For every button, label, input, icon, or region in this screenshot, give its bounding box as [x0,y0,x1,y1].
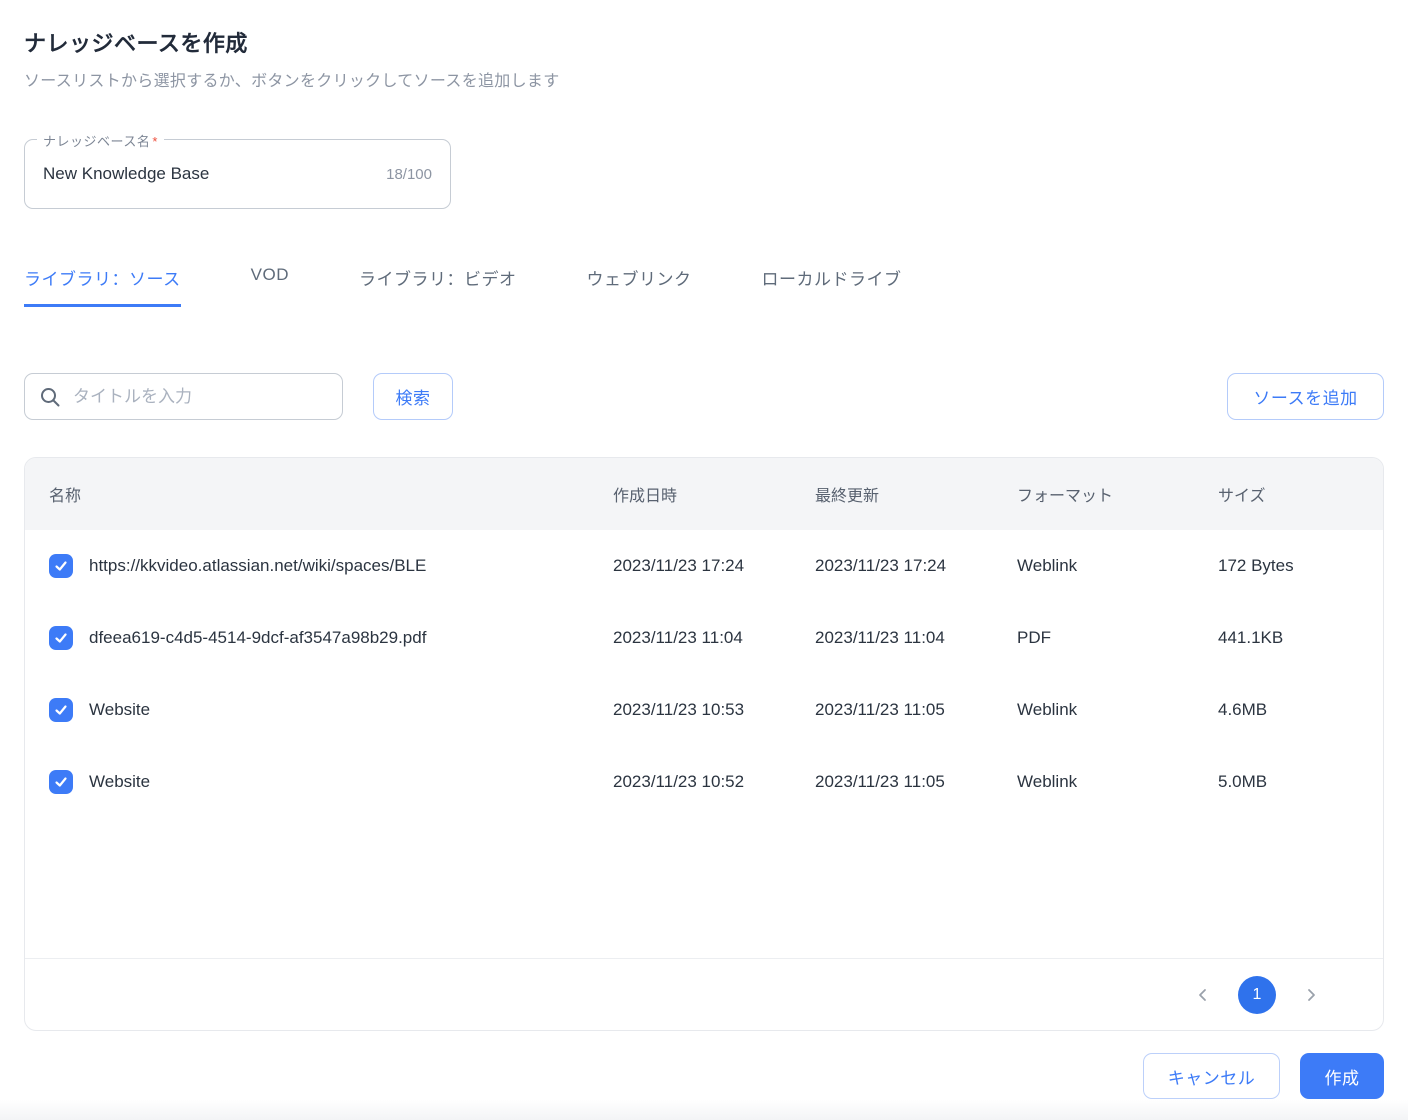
table-row[interactable]: Website 2023/11/23 10:52 2023/11/23 11:0… [25,746,1383,818]
size: 441.1KB [1218,628,1284,647]
created-at: 2023/11/23 17:24 [613,556,745,575]
footer-actions: キャンセル 作成 [24,1053,1384,1099]
column-header-name: 名称 [49,488,82,505]
created-at: 2023/11/23 10:52 [613,772,745,791]
tab-library-source[interactable]: ライブラリ：ソース [24,265,181,307]
column-header-format: フォーマット [1017,488,1114,505]
check-icon [55,705,67,715]
source-name: https://kkvideo.atlassian.net/wiki/space… [89,556,427,575]
column-header-created: 作成日時 [613,488,678,505]
column-header-updated: 最終更新 [815,488,880,505]
size: 172 Bytes [1218,556,1294,575]
updated-at: 2023/11/23 11:04 [815,628,945,647]
tab-weblink[interactable]: ウェブリンク [587,265,692,307]
search-input[interactable] [73,386,328,407]
table-header-row: 名称 作成日時 最終更新 フォーマット サイズ [25,458,1383,530]
source-name: Website [89,772,151,791]
source-tabs: ライブラリ：ソース VOD ライブラリ：ビデオ ウェブリンク ローカルドライブ [24,265,1384,307]
create-knowledge-base-page: ナレッジベースを作成 ソースリストから選択するか、ボタンをクリックしてソースを追… [0,0,1408,1120]
updated-at: 2023/11/23 17:24 [815,556,947,575]
required-asterisk: * [152,134,158,149]
knowledge-base-name-input[interactable] [43,164,377,184]
page-number-button[interactable]: 1 [1238,975,1276,1014]
table-row[interactable]: dfeea619-c4d5-4514-9dcf-af3547a98b29.pdf… [25,602,1383,674]
add-source-button[interactable]: ソースを追加 [1227,373,1384,420]
check-icon [55,633,67,643]
source-name: dfeea619-c4d5-4514-9dcf-af3547a98b29.pdf [89,628,427,647]
source-name: Website [89,700,151,719]
tab-library-video[interactable]: ライブラリ：ビデオ [359,265,517,307]
page-subtitle: ソースリストから選択するか、ボタンをクリックしてソースを追加します [24,73,560,90]
search-row: 検索 ソースを追加 [24,373,1384,420]
check-icon [55,777,67,787]
row-checkbox[interactable] [49,554,73,578]
created-at: 2023/11/23 11:04 [613,628,743,647]
size: 4.6MB [1218,700,1268,719]
format: Weblink [1017,556,1078,575]
search-box [24,373,343,420]
row-checkbox[interactable] [49,698,73,722]
updated-at: 2023/11/23 11:05 [815,772,945,791]
create-button[interactable]: 作成 [1300,1053,1384,1099]
table-row[interactable]: Website 2023/11/23 10:53 2023/11/23 11:0… [25,674,1383,746]
size: 5.0MB [1218,772,1268,791]
cancel-button[interactable]: キャンセル [1143,1053,1280,1099]
row-checkbox[interactable] [49,770,73,794]
table-empty-space [25,818,1383,958]
tab-local-drive[interactable]: ローカルドライブ [762,265,902,307]
updated-at: 2023/11/23 11:05 [815,700,945,719]
page-bottom-edge [0,1100,1408,1120]
format: PDF [1017,628,1051,647]
knowledge-base-name-field: ナレッジベース名* 18/100 [24,131,451,209]
row-checkbox[interactable] [49,626,73,650]
knowledge-base-name-label: ナレッジベース名 * [37,131,164,150]
pagination: 1 [25,958,1383,1030]
chevron-right-icon [1308,988,1315,1001]
column-header-size: サイズ [1218,488,1266,505]
format: Weblink [1017,700,1078,719]
character-counter: 18/100 [386,165,432,183]
tab-vod[interactable]: VOD [251,265,289,307]
search-icon [41,387,60,406]
sources-table: 名称 作成日時 最終更新 フォーマット サイズ https://kkvideo.… [24,457,1384,1031]
search-button[interactable]: 検索 [373,373,453,420]
format: Weblink [1017,772,1078,791]
page-title: ナレッジベースを作成 [24,31,248,56]
chevron-left-icon [1199,988,1206,1001]
check-icon [55,561,67,571]
created-at: 2023/11/23 10:53 [613,700,745,719]
previous-page-button[interactable] [1186,978,1220,1012]
table-row[interactable]: https://kkvideo.atlassian.net/wiki/space… [25,530,1383,602]
next-page-button[interactable] [1294,978,1328,1012]
